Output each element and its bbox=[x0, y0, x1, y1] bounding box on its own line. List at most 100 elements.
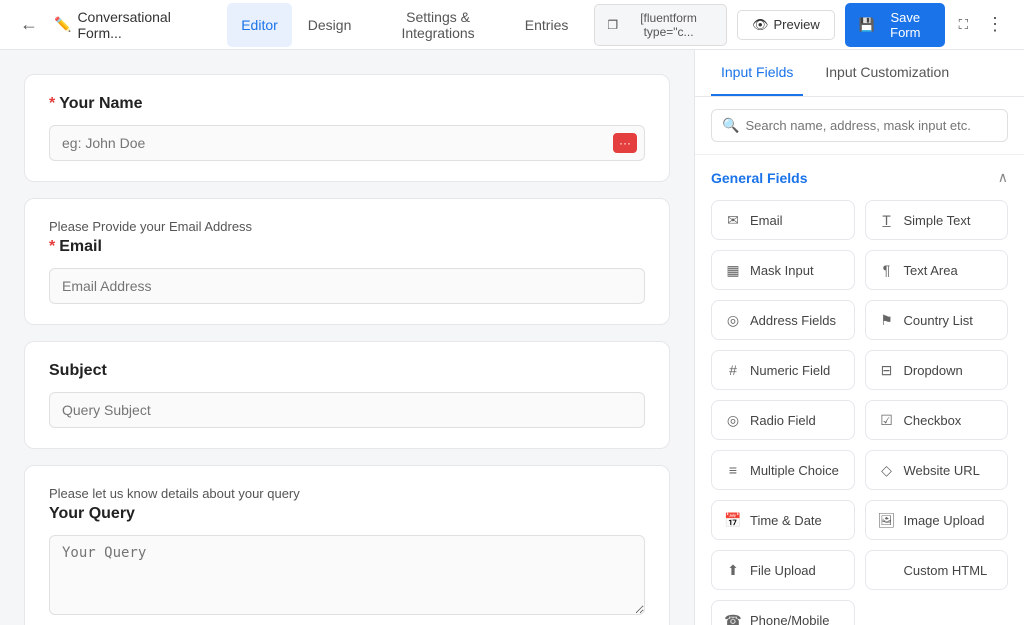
header-right: ❐ [fluentform type="c... 👁 Preview 💾 Sav… bbox=[594, 3, 1008, 47]
field-item-icon: ☎ bbox=[724, 611, 742, 625]
nav-tab-editor[interactable]: Editor bbox=[227, 3, 292, 47]
field-item-radio-field[interactable]: ◎ Radio Field bbox=[711, 400, 855, 440]
input-wrapper bbox=[49, 268, 645, 304]
field-item-label: Country List bbox=[904, 313, 973, 328]
text-input[interactable] bbox=[49, 268, 645, 304]
input-wrapper: ··· bbox=[49, 125, 645, 161]
field-item-label: Radio Field bbox=[750, 413, 816, 428]
field-item-label: File Upload bbox=[750, 563, 816, 578]
more-options-button[interactable]: ⋮ bbox=[982, 10, 1008, 39]
right-panel: Input Fields Input Customization 🔍 Genera… bbox=[694, 50, 1024, 625]
field-item-icon: ⊟ bbox=[878, 361, 896, 379]
field-item-label: Mask Input bbox=[750, 263, 814, 278]
field-item-icon bbox=[878, 561, 896, 579]
text-input[interactable] bbox=[49, 392, 645, 428]
field-item-address-fields[interactable]: ◎ Address Fields bbox=[711, 300, 855, 340]
field-title: *Email bbox=[49, 238, 645, 256]
field-item-time-&-date[interactable]: 📅 Time & Date bbox=[711, 500, 855, 540]
section-title: General Fields bbox=[711, 170, 807, 186]
field-item-icon: ◎ bbox=[724, 411, 742, 429]
shortcode-button[interactable]: ❐ [fluentform type="c... bbox=[594, 4, 727, 46]
field-title: Your Query bbox=[49, 505, 645, 523]
nav-tab-settings-&-integrations[interactable]: Settings & Integrations bbox=[367, 3, 508, 47]
input-wrapper bbox=[49, 535, 645, 618]
field-item-label: Numeric Field bbox=[750, 363, 830, 378]
field-item-label: Address Fields bbox=[750, 313, 836, 328]
field-item-file-upload[interactable]: ⬆ File Upload bbox=[711, 550, 855, 590]
field-item-label: Email bbox=[750, 213, 783, 228]
field-item-phone/mobile[interactable]: ☎ Phone/Mobile bbox=[711, 600, 855, 625]
form-card-0: *Your Name ··· bbox=[24, 74, 670, 182]
field-item-icon: ◎ bbox=[724, 311, 742, 329]
form-card-2: Subject bbox=[24, 341, 670, 449]
field-item-icon: 📅 bbox=[724, 511, 742, 529]
search-input[interactable] bbox=[745, 118, 997, 133]
nav-tabs: EditorDesignSettings & IntegrationsEntri… bbox=[227, 3, 582, 47]
form-area: *Your Name ··· Please Provide your Email… bbox=[0, 50, 694, 625]
edit-icon: ✏️ bbox=[54, 16, 71, 33]
search-area: 🔍 bbox=[695, 97, 1024, 155]
field-item-multiple-choice[interactable]: ≡ Multiple Choice bbox=[711, 450, 855, 490]
save-button[interactable]: 💾 Save Form bbox=[845, 3, 945, 47]
field-item-icon: 🖼 bbox=[878, 511, 896, 529]
field-item-checkbox[interactable]: ☑ Checkbox bbox=[865, 400, 1009, 440]
fields-section: General Fields ∧ ✉ EmailT̲ Simple Text▦ … bbox=[695, 155, 1024, 625]
field-item-label: Simple Text bbox=[904, 213, 971, 228]
field-item-icon: ≡ bbox=[724, 461, 742, 479]
field-item-image-upload[interactable]: 🖼 Image Upload bbox=[865, 500, 1009, 540]
field-title: Subject bbox=[49, 362, 645, 380]
nav-tab-entries[interactable]: Entries bbox=[511, 3, 583, 47]
preview-button[interactable]: 👁 Preview bbox=[737, 10, 835, 40]
eye-icon: 👁 bbox=[752, 17, 769, 33]
field-item-label: Image Upload bbox=[904, 513, 985, 528]
save-icon: 💾 bbox=[859, 17, 875, 33]
form-card-3: Please let us know details about your qu… bbox=[24, 465, 670, 625]
textarea-input[interactable] bbox=[49, 535, 645, 615]
field-item-website-url[interactable]: ◇ Website URL bbox=[865, 450, 1009, 490]
field-item-mask-input[interactable]: ▦ Mask Input bbox=[711, 250, 855, 290]
field-item-label: Text Area bbox=[904, 263, 958, 278]
field-item-icon: ⬆ bbox=[724, 561, 742, 579]
field-item-icon: ¶ bbox=[878, 261, 896, 279]
field-item-custom-html[interactable]: Custom HTML bbox=[865, 550, 1009, 590]
field-item-icon: ☑ bbox=[878, 411, 896, 429]
form-title-area: ✏️ Conversational Form... bbox=[54, 9, 207, 41]
code-icon: ❐ bbox=[607, 18, 618, 32]
field-item-numeric-field[interactable]: # Numeric Field bbox=[711, 350, 855, 390]
input-wrapper bbox=[49, 392, 645, 428]
field-sublabel: Please Provide your Email Address bbox=[49, 219, 645, 234]
field-item-dropdown[interactable]: ⊟ Dropdown bbox=[865, 350, 1009, 390]
field-item-email[interactable]: ✉ Email bbox=[711, 200, 855, 240]
panel-tabs: Input Fields Input Customization bbox=[695, 50, 1024, 97]
field-item-label: Website URL bbox=[904, 463, 980, 478]
panel-tab-input-customization[interactable]: Input Customization bbox=[815, 50, 959, 96]
field-sublabel: Please let us know details about your qu… bbox=[49, 486, 645, 501]
collapse-icon[interactable]: ∧ bbox=[998, 169, 1008, 186]
field-item-icon: ◇ bbox=[878, 461, 896, 479]
form-card-1: Please Provide your Email Address *Email bbox=[24, 198, 670, 325]
required-marker: * bbox=[49, 238, 55, 256]
back-button[interactable]: ← bbox=[16, 10, 42, 39]
field-item-simple-text[interactable]: T̲ Simple Text bbox=[865, 200, 1009, 240]
field-item-label: Multiple Choice bbox=[750, 463, 839, 478]
panel-tab-input-fields[interactable]: Input Fields bbox=[711, 50, 803, 96]
search-icon: 🔍 bbox=[722, 117, 739, 134]
field-item-icon: ⚑ bbox=[878, 311, 896, 329]
header: ← ✏️ Conversational Form... EditorDesign… bbox=[0, 0, 1024, 50]
field-options-button[interactable]: ··· bbox=[613, 133, 637, 153]
field-item-icon: # bbox=[724, 361, 742, 379]
search-box: 🔍 bbox=[711, 109, 1008, 142]
field-item-label: Dropdown bbox=[904, 363, 963, 378]
required-marker: * bbox=[49, 95, 55, 113]
field-item-text-area[interactable]: ¶ Text Area bbox=[865, 250, 1009, 290]
field-item-label: Phone/Mobile bbox=[750, 613, 830, 625]
fields-grid: ✉ EmailT̲ Simple Text▦ Mask Input¶ Text … bbox=[711, 200, 1008, 625]
nav-tab-design[interactable]: Design bbox=[294, 3, 366, 47]
main-layout: *Your Name ··· Please Provide your Email… bbox=[0, 50, 1024, 625]
text-input[interactable] bbox=[49, 125, 645, 161]
field-item-icon: ✉ bbox=[724, 211, 742, 229]
section-header: General Fields ∧ bbox=[711, 169, 1008, 186]
fullscreen-button[interactable]: ⛶ bbox=[955, 13, 972, 37]
field-item-country-list[interactable]: ⚑ Country List bbox=[865, 300, 1009, 340]
field-item-label: Checkbox bbox=[904, 413, 962, 428]
